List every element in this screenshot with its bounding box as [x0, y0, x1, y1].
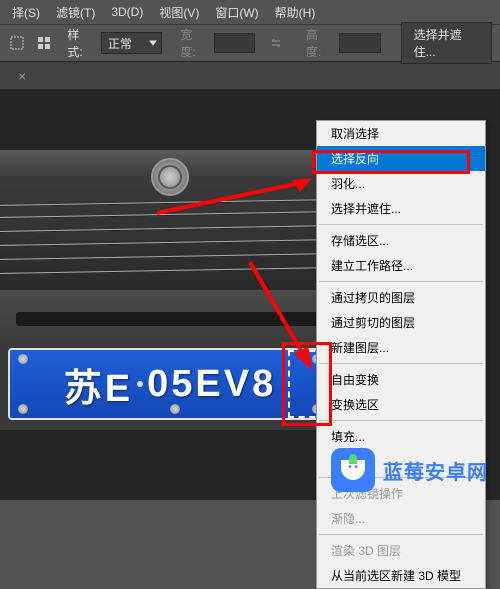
- plate-text-1: 苏E: [64, 357, 133, 412]
- watermark: 蓝莓安卓网: [331, 448, 488, 492]
- ctx-fade: 渐隐...: [317, 506, 485, 531]
- ctx-separator: [319, 281, 483, 282]
- ctx-new-3d-from-selection[interactable]: 从当前选区新建 3D 模型: [317, 563, 485, 588]
- marquee-tool-icon: [8, 33, 27, 53]
- menu-bar: 择(S) 滤镜(T) 3D(D) 视图(V) 窗口(W) 帮助(H): [0, 0, 500, 24]
- ctx-new-layer[interactable]: 新建图层...: [317, 335, 485, 360]
- menu-view[interactable]: 视图(V): [151, 2, 207, 23]
- tab-bar: ×: [0, 62, 500, 90]
- style-dropdown[interactable]: 正常: [101, 32, 162, 54]
- height-label: 高度:: [306, 26, 332, 60]
- width-label: 宽度:: [180, 26, 206, 60]
- options-bar: 样式: 正常 宽度: 高度: 选择并遮住...: [0, 24, 500, 62]
- ctx-select-mask[interactable]: 选择并遮住...: [317, 196, 485, 221]
- ctx-layer-via-cut[interactable]: 通过剪切的图层: [317, 310, 485, 335]
- watermark-text: 蓝莓安卓网: [383, 456, 488, 485]
- ctx-layer-via-copy[interactable]: 通过拷贝的图层: [317, 285, 485, 310]
- ctx-render-3d: 渲染 3D 图层: [317, 538, 485, 563]
- ctx-make-work-path[interactable]: 建立工作路径...: [317, 253, 485, 278]
- canvas-area: 苏E 05EV8 取消选择 选择反向 羽化... 选择并遮住... 存储选区..…: [0, 90, 500, 500]
- ctx-save-selection[interactable]: 存储选区...: [317, 228, 485, 253]
- annotation-arrow-2: [242, 254, 322, 374]
- style-label: 样式:: [67, 26, 93, 60]
- ctx-separator: [319, 363, 483, 364]
- ctx-separator: [319, 224, 483, 225]
- ctx-feather[interactable]: 羽化...: [317, 171, 485, 196]
- watermark-logo-icon: [331, 448, 375, 492]
- menu-filter[interactable]: 滤镜(T): [48, 2, 103, 23]
- ctx-free-transform[interactable]: 自由变换: [317, 367, 485, 392]
- plate-separator: [137, 381, 143, 387]
- swap-icon[interactable]: [267, 34, 284, 52]
- tab-close-icon[interactable]: ×: [12, 66, 32, 86]
- ctx-separator: [319, 534, 483, 535]
- context-menu: 取消选择 选择反向 羽化... 选择并遮住... 存储选区... 建立工作路径.…: [316, 120, 486, 589]
- height-input[interactable]: [339, 33, 380, 53]
- style-value: 正常: [108, 35, 132, 52]
- ctx-fill[interactable]: 填充...: [317, 424, 485, 449]
- annotation-arrow-1: [152, 178, 312, 218]
- menu-3d[interactable]: 3D(D): [103, 3, 151, 21]
- ctx-separator: [319, 420, 483, 421]
- menu-help[interactable]: 帮助(H): [267, 2, 324, 23]
- menu-select[interactable]: 择(S): [4, 2, 48, 23]
- ctx-deselect[interactable]: 取消选择: [317, 121, 485, 146]
- width-input[interactable]: [214, 33, 255, 53]
- ctx-transform-selection[interactable]: 变换选区: [317, 392, 485, 417]
- select-and-mask-button[interactable]: 选择并遮住...: [401, 22, 492, 64]
- annotation-highlight-1: [312, 150, 470, 174]
- menu-window[interactable]: 窗口(W): [207, 2, 266, 23]
- marquee-style-icon: [35, 33, 54, 53]
